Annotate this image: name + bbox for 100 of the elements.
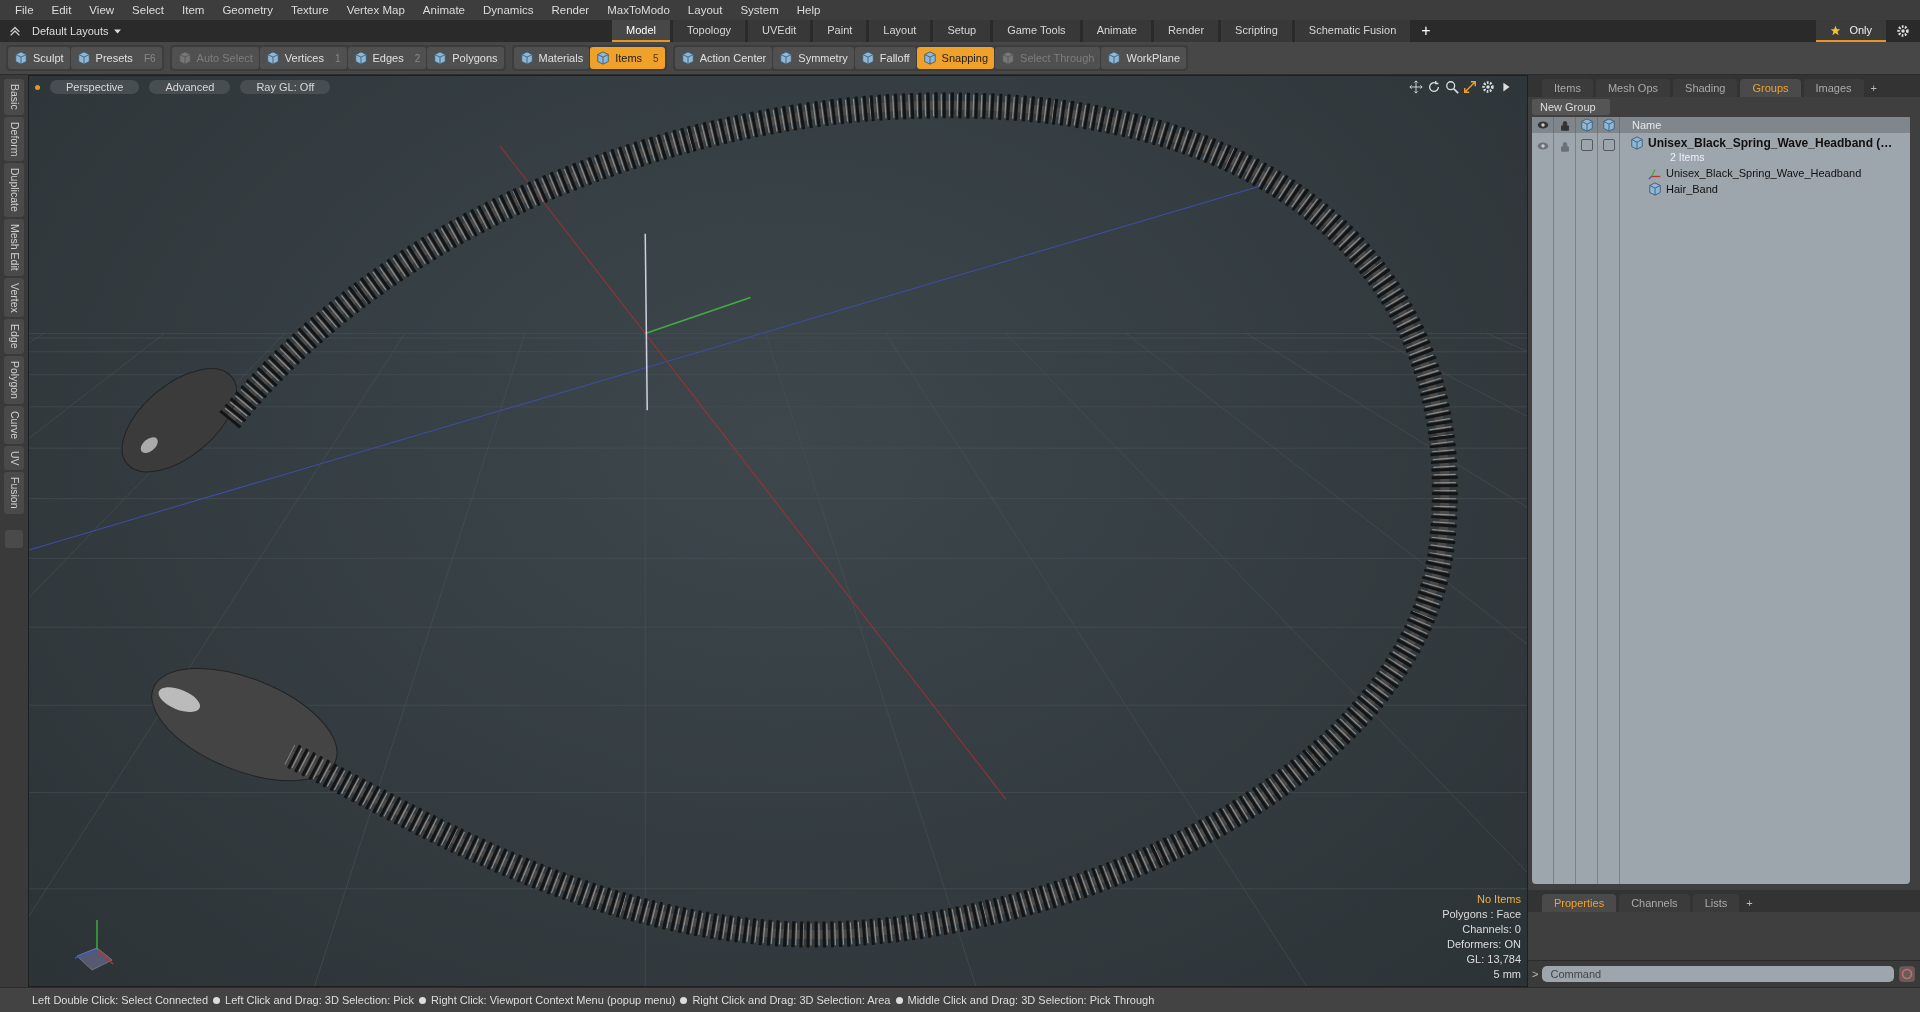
cube-icon	[265, 51, 280, 65]
viewport-option-button[interactable]: Ray GL: Off	[240, 80, 331, 94]
layout-tab[interactable]: Setup	[933, 20, 991, 42]
shortcut-label: F6	[143, 52, 156, 64]
cube-icon	[779, 51, 794, 65]
layout-tab[interactable]: Render	[1154, 20, 1219, 42]
add-tab-button[interactable]: +	[1413, 20, 1439, 42]
viewport-info-text: No Items	[1477, 892, 1521, 907]
cube-icon	[519, 51, 534, 65]
layout-tab[interactable]: Model	[612, 20, 670, 42]
toolbar-button[interactable]: WorkPlane	[1101, 47, 1187, 69]
command-field[interactable]: Command	[1542, 966, 1894, 982]
layout-tab[interactable]: Layout	[869, 20, 931, 42]
viewport-option-button[interactable]: Perspective	[50, 80, 140, 94]
checkbox-icon[interactable]	[1580, 139, 1593, 151]
menu-item[interactable]: Help	[787, 4, 830, 16]
side-tab[interactable]: Curve	[4, 405, 24, 444]
toolbar-button[interactable]: Polygons	[427, 47, 504, 69]
menu-item[interactable]: Geometry	[213, 4, 282, 16]
shortcut-label: 5	[653, 52, 659, 64]
move-icon[interactable]	[1409, 80, 1423, 94]
viewport-option-button[interactable]: Advanced	[149, 80, 231, 94]
panel-tab[interactable]: Channels	[1619, 894, 1690, 912]
new-group-button[interactable]: New Group	[1532, 99, 1610, 115]
viewport-info-text: GL: 13,784	[1466, 952, 1521, 967]
menu-item[interactable]: Dynamics	[474, 4, 543, 16]
panel-tab[interactable]: Lists	[1692, 894, 1740, 912]
axes-icon	[1648, 166, 1662, 180]
panel-tab[interactable]: Images	[1803, 79, 1864, 97]
toolbar-button[interactable]: Materials	[513, 47, 590, 69]
side-tab[interactable]: Vertex	[4, 277, 24, 318]
layout-tab[interactable]: UVEdit	[748, 20, 811, 42]
side-tab[interactable]: Deform	[4, 116, 24, 162]
side-tab[interactable]: Mesh Edit	[4, 218, 24, 276]
cube-icon	[177, 51, 192, 65]
maximize-icon[interactable]	[1463, 80, 1477, 94]
cube-icon[interactable]	[1579, 118, 1594, 132]
menu-item[interactable]: Texture	[281, 4, 338, 16]
menu-item[interactable]: MaxToModo	[598, 4, 679, 16]
cube-icon	[353, 51, 368, 65]
layout-tab[interactable]: Animate	[1082, 20, 1151, 42]
cube-icon	[433, 51, 448, 65]
record-icon[interactable]	[1898, 965, 1916, 983]
settings-icon[interactable]	[1896, 24, 1910, 38]
toolbar-button[interactable]: Presets F6	[70, 47, 162, 69]
tree-item-label[interactable]: Unisex_Black_Spring_Wave_Headband (…	[1648, 136, 1893, 150]
viewport-info-text: Channels: 0	[1462, 922, 1521, 937]
search-icon[interactable]	[1445, 80, 1459, 94]
tree-item-label[interactable]: Hair_Band	[1666, 183, 1718, 195]
menu-item[interactable]: Layout	[678, 4, 732, 16]
menu-item[interactable]: View	[80, 4, 124, 16]
menu-item[interactable]: System	[731, 4, 788, 16]
status-hint: Middle Click and Drag: 3D Selection: Pick Through	[907, 994, 1155, 1006]
cube-icon	[1648, 182, 1662, 196]
side-tab[interactable]: Fusion	[4, 472, 24, 514]
layout-tab[interactable]: Scripting	[1221, 20, 1292, 42]
side-tab[interactable]: Edge	[4, 319, 24, 354]
item-count: 2 Items	[1669, 151, 1706, 165]
layout-tab[interactable]: Topology	[672, 20, 745, 42]
settings-icon[interactable]	[1481, 80, 1495, 94]
cube-icon	[1107, 51, 1122, 65]
panel-tab[interactable]: Shading	[1673, 79, 1738, 97]
toolbar-button[interactable]: Falloff	[854, 47, 916, 69]
rotate-icon[interactable]	[1427, 80, 1441, 94]
side-tab[interactable]: Polygon	[4, 355, 24, 404]
cube-icon	[922, 51, 937, 65]
toolbar-button[interactable]: Symmetry	[773, 47, 854, 69]
menu-item[interactable]: Edit	[42, 4, 81, 16]
layout-dropdown[interactable]: Default Layouts	[32, 25, 124, 37]
panel-tab[interactable]: Items	[1542, 79, 1593, 97]
cube-icon[interactable]	[1601, 118, 1616, 132]
toolbar-button[interactable]: Items 5	[590, 47, 665, 69]
toolbar-button[interactable]: Snapping	[916, 47, 995, 69]
menu-item[interactable]: Item	[173, 4, 214, 16]
panel-tab[interactable]: Properties	[1542, 894, 1617, 912]
layout-tab[interactable]: Paint	[813, 20, 867, 42]
menu-item[interactable]: Select	[123, 4, 174, 16]
cube-icon	[1630, 136, 1644, 150]
menu-item[interactable]: Vertex Map	[337, 4, 414, 16]
toolbar-button[interactable]: Action Center	[674, 47, 773, 69]
layout-tab[interactable]: Game Tools	[993, 20, 1080, 42]
side-tab[interactable]: Basic	[4, 79, 24, 115]
side-tab[interactable]: Duplicate	[4, 163, 24, 217]
panel-tab[interactable]: Groups	[1740, 79, 1801, 97]
layout-tab[interactable]: Schematic Fusion	[1294, 20, 1411, 42]
side-tab[interactable]: UV	[4, 445, 24, 471]
bullet-icon	[213, 996, 221, 1004]
3d-viewport[interactable]: Perspective Advanced Ray GL: Off No Items Polygons : Face Channels: 0 Deformers: ON GL: 13,784 5 mm	[28, 75, 1528, 987]
add-tab-button[interactable]: +	[1866, 79, 1881, 97]
menu-item[interactable]: File	[6, 4, 43, 16]
menu-item[interactable]: Render	[542, 4, 599, 16]
collapse-icon[interactable]	[8, 24, 22, 38]
panel-tab[interactable]: Mesh Ops	[1595, 79, 1671, 97]
status-hint: Left Click and Drag: 3D Selection: Pick	[225, 994, 415, 1006]
toolbar-button[interactable]: Sculpt	[8, 47, 70, 69]
add-tab-button[interactable]: +	[1742, 894, 1757, 912]
only-button[interactable]: Only	[1816, 20, 1886, 42]
checkbox-icon[interactable]	[1602, 139, 1615, 151]
menu-item[interactable]: Animate	[413, 4, 474, 16]
tree-item-label[interactable]: Unisex_Black_Spring_Wave_Headband	[1666, 167, 1862, 179]
